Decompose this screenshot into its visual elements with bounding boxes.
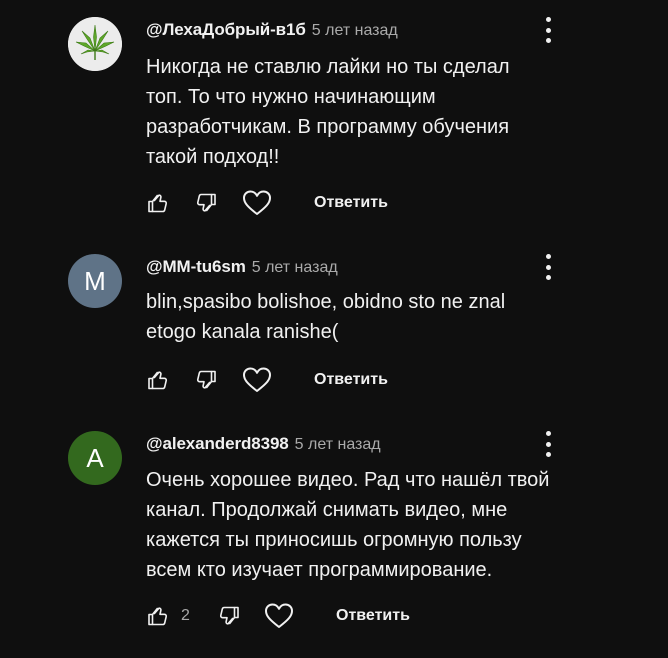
- like-count: 2: [181, 607, 190, 624]
- dot: [545, 17, 551, 22]
- thumb-up-icon: [148, 371, 168, 390]
- comment-actions: Ответить: [0, 364, 668, 396]
- comment-text-line: Никогда не ставлю лайки но ты сделал: [146, 56, 510, 78]
- heart-icon: [265, 603, 293, 628]
- comment-text-line: всем кто изучает программирование.: [146, 559, 493, 581]
- comment-actions: 2 Ответить: [0, 600, 668, 632]
- more-actions-button[interactable]: [538, 429, 558, 459]
- heart-button[interactable]: [241, 364, 273, 396]
- comment-actions: Ответить: [0, 187, 668, 219]
- author-name[interactable]: @ЛехаДобрый-в1б: [146, 20, 306, 40]
- dislike-button[interactable]: [192, 187, 220, 219]
- comment-text-line: топ. То что нужно начинающим: [146, 86, 436, 108]
- comment-text: blin,spasibo bolishoe, obidno sto ne zna…: [146, 287, 586, 347]
- comment-text-line: такой подход!!: [146, 146, 280, 168]
- avatar[interactable]: M: [68, 254, 122, 308]
- dislike-button[interactable]: [192, 364, 220, 396]
- avatar[interactable]: A: [68, 431, 122, 485]
- dot: [545, 264, 551, 270]
- dot: [545, 275, 551, 280]
- dot: [545, 38, 551, 43]
- reply-button[interactable]: Ответить: [314, 187, 388, 219]
- heart-button[interactable]: [263, 600, 295, 632]
- thumb-down-icon: [196, 193, 216, 212]
- like-button[interactable]: [144, 187, 172, 219]
- more-actions-button[interactable]: [538, 252, 558, 282]
- thumb-up-icon: [148, 607, 168, 626]
- author-name[interactable]: @MM-tu6sm: [146, 257, 246, 277]
- like-button[interactable]: [144, 364, 172, 396]
- dot: [545, 431, 551, 436]
- comment-text-line: blin,spasibo bolishoe, obidno sto ne zna…: [146, 291, 506, 313]
- reply-button[interactable]: Ответить: [336, 600, 410, 632]
- thumb-down-icon: [219, 606, 239, 625]
- comment-text-line: Очень хорошее видео. Рад что нашёл твой: [146, 469, 550, 491]
- thumb-down-icon: [196, 370, 216, 389]
- dot: [545, 254, 551, 259]
- dot: [545, 27, 551, 33]
- comment-header: @MM-tu6sm 5 лет назад: [146, 257, 338, 277]
- like-button[interactable]: [144, 600, 172, 632]
- comment-text-line: канал. Продолжай снимать видео, мне: [146, 499, 508, 521]
- cannabis-leaf-icon: [68, 17, 122, 71]
- heart-button[interactable]: [241, 187, 273, 219]
- avatar-letter: M: [84, 265, 106, 296]
- comment-text-line: кажется ты приносишь огромную пользу: [146, 529, 522, 551]
- avatar[interactable]: [68, 17, 122, 71]
- more-actions-button[interactable]: [538, 15, 558, 45]
- comment-text: Никогда не ставлю лайки но ты сделал топ…: [146, 52, 586, 172]
- timestamp[interactable]: 5 лет назад: [252, 259, 338, 277]
- avatar-letter: A: [86, 442, 104, 473]
- comment-header: @ЛехаДобрый-в1б 5 лет назад: [146, 20, 398, 40]
- timestamp[interactable]: 5 лет назад: [295, 436, 381, 454]
- dot: [545, 452, 551, 457]
- comment-text-line: etogo kanala ranishe(: [146, 321, 339, 343]
- comment-text-line: разработчикам. В программу обучения: [146, 116, 510, 138]
- timestamp[interactable]: 5 лет назад: [312, 22, 398, 40]
- dislike-button[interactable]: [215, 600, 243, 632]
- comment-header: @alexanderd8398 5 лет назад: [146, 434, 381, 454]
- reply-button[interactable]: Ответить: [314, 364, 388, 396]
- author-name[interactable]: @alexanderd8398: [146, 434, 289, 454]
- comment-text: Очень хорошее видео. Рад что нашёл твой …: [146, 465, 586, 585]
- thumb-up-icon: [148, 194, 168, 213]
- heart-icon: [243, 367, 271, 392]
- dot: [545, 441, 551, 447]
- heart-icon: [243, 190, 271, 215]
